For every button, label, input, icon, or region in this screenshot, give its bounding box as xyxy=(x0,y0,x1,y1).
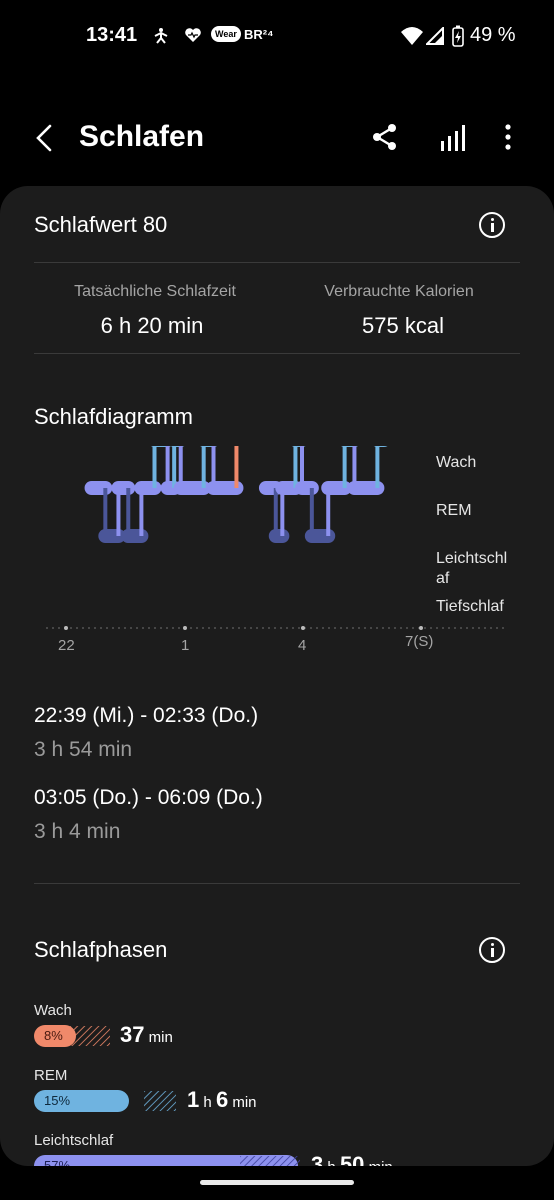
stat-label-calories: Verbrauchte Kalorien xyxy=(324,283,474,300)
session-duration: 3 h 4 min xyxy=(34,820,121,843)
br24-icon: BR²⁴ xyxy=(244,27,274,42)
phase-value-wach: 37 min xyxy=(120,1022,173,1047)
x-tick-dot xyxy=(301,626,305,630)
stage-label-leichtschlaf: Leichtschl af xyxy=(436,550,508,587)
x-tick-dot xyxy=(419,626,423,630)
gesture-nav-bar[interactable] xyxy=(200,1180,354,1185)
stage-label-rem: REM xyxy=(436,502,472,519)
session-range: 03:05 (Do.) - 06:09 (Do.) xyxy=(34,786,263,809)
page-title: Schlafen xyxy=(79,120,205,153)
wear-icon: Wear xyxy=(211,26,241,42)
share-icon[interactable] xyxy=(370,122,400,152)
stage-label-tiefschlaf: Tiefschlaf xyxy=(436,598,504,615)
session-duration: 3 h 54 min xyxy=(34,738,133,761)
x-axis-dots xyxy=(64,626,423,630)
battery-charging-icon xyxy=(452,25,464,52)
back-arrow-icon[interactable] xyxy=(30,120,60,156)
bar-chart-icon[interactable] xyxy=(438,124,466,152)
session-range: 22:39 (Mi.) - 02:33 (Do.) xyxy=(34,704,259,727)
status-time: 13:41 xyxy=(86,24,138,46)
phase-label-wach: Wach xyxy=(34,1002,72,1019)
phase-value-leichtschlaf: 3 h 50 min xyxy=(311,1152,393,1166)
battery-percent: 49 % xyxy=(470,24,516,46)
x-tick-1: 1 xyxy=(181,637,190,654)
stage-label-wach: Wach xyxy=(436,454,477,471)
divider xyxy=(34,262,520,263)
x-tick-dot xyxy=(64,626,68,630)
heart-icon xyxy=(184,27,202,48)
divider xyxy=(34,883,520,884)
phase-hatch-rem xyxy=(144,1091,176,1111)
stat-value-calories: 575 kcal xyxy=(362,313,444,338)
info-icon[interactable] xyxy=(479,212,505,238)
divider xyxy=(34,353,520,354)
phase-value-rem: 1 h 6 min xyxy=(187,1087,257,1112)
signal-icon xyxy=(424,25,444,50)
phase-hatch-leichtschlaf xyxy=(240,1156,300,1166)
fitness-icon xyxy=(152,27,170,50)
hypnogram xyxy=(84,446,388,543)
phase-bar-rem: 15% xyxy=(34,1090,129,1112)
wifi-icon xyxy=(400,26,424,51)
x-tick-dot xyxy=(183,626,187,630)
x-tick-22: 22 xyxy=(58,637,75,654)
status-bar: 13:41 Wear BR²⁴ 49 % xyxy=(0,0,554,72)
app-bar: Schlafen xyxy=(0,100,554,176)
phases-title: Schlafphasen xyxy=(34,937,168,962)
diagram-title: Schlafdiagramm xyxy=(34,404,193,429)
sleep-card: Schlafwert 80 Tatsächliche Schlafzeit 6 … xyxy=(0,186,554,1166)
info-icon[interactable] xyxy=(479,937,505,963)
phase-hatch-wach xyxy=(70,1026,110,1046)
x-tick-7: 7(S) xyxy=(405,633,434,650)
stat-label-sleep-time: Tatsächliche Schlafzeit xyxy=(74,283,236,300)
stat-value-sleep-time: 6 h 20 min xyxy=(100,313,204,338)
phase-label-rem: REM xyxy=(34,1067,68,1084)
more-vert-icon[interactable] xyxy=(498,122,518,152)
sleep-score: Schlafwert 80 xyxy=(34,212,168,237)
phase-label-leichtschlaf: Leichtschlaf xyxy=(34,1132,114,1149)
x-tick-4: 4 xyxy=(298,637,307,654)
